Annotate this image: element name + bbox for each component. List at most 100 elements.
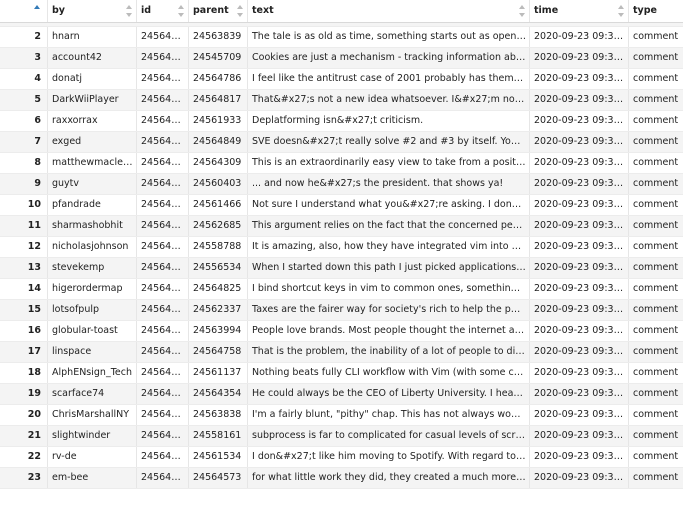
table-row[interactable]: 17 linspace 24564907 24564758 That is th… [0,342,683,363]
cell-text: Nothing beats fully CLI workflow with Vi… [248,363,530,383]
table-header: by id parent text time type [0,0,683,23]
cell-text: I don&#x27;t like him moving to Spotify.… [248,447,530,467]
table-row[interactable]: 14 higerordermap 24564911 24564825 I bin… [0,279,683,300]
table-row[interactable]: 23 em-bee 24564901 24564573 for what lit… [0,468,683,489]
cell-by: pfandrade [48,195,137,215]
cell-time: 2020-09-23 09:34:45 [530,48,629,68]
cell-id: 24564911 [137,279,189,299]
row-number: 9 [0,174,48,194]
cell-time: 2020-09-23 09:33:02 [530,342,629,362]
header-text[interactable]: text [248,0,530,22]
table-row[interactable]: 18 AlphENsign_Tech 24564906 24561137 Not… [0,363,683,384]
header-time[interactable]: time [530,0,629,22]
cell-type: comment [633,451,679,462]
cell-by: ChrisMarshallNY [48,405,137,425]
cell-parent: 24564786 [189,69,248,89]
cell-text: The tale is as old as time, something st… [248,27,530,47]
header-parent[interactable]: parent [189,0,248,22]
cell-id: 24564921 [137,90,189,110]
cell-text: Taxes are the fairer way for society's r… [248,300,530,320]
cell-parent: 24564825 [189,279,248,299]
cell-text: People love brands. Most people thought … [248,321,530,341]
cell-type: comment [633,472,679,483]
row-number: 10 [0,195,48,215]
table-row[interactable]: 12 nicholasjohnson 24564913 24558788 It … [0,237,683,258]
cell-type: comment [633,304,679,315]
table-row[interactable]: 7 exged 24564918 24564849 SVE doesn&#x27… [0,132,683,153]
table-row[interactable]: 8 matthewmacleod 24564917 24564309 This … [0,153,683,174]
table-row[interactable]: 11 sharmashobhit 24564914 24562685 This … [0,216,683,237]
cell-time: 2020-09-23 09:32:50 [530,447,629,467]
cell-parent: 24564817 [189,90,248,110]
row-number: 7 [0,132,48,152]
cell-id: 24564913 [137,237,189,257]
table-row[interactable]: 3 account42 24564923 24545709 Cookies ar… [0,48,683,69]
cell-text: ... and now he&#x27;s the president. tha… [248,174,530,194]
cell-type: comment [633,52,679,63]
cell-type: comment [633,94,679,105]
cell-by: raxxorrax [48,111,137,131]
header-label: parent [193,5,229,16]
cell-time: 2020-09-23 09:32:49 [530,468,629,488]
cell-text: That&#x27;s not a new idea whatsoever. I… [248,90,530,110]
table-row[interactable]: 6 raxxorrax 24564919 24561933 Deplatform… [0,111,683,132]
cell-type: comment [633,115,679,126]
row-number: 19 [0,384,48,404]
cell-id: 24564908 [137,321,189,341]
cell-by: AlphENsign_Tech [48,363,137,383]
sort-icon [126,5,132,17]
cell-by: rv-de [48,447,137,467]
cell-id: 24564912 [137,258,189,278]
cell-parent: 24564758 [189,342,248,362]
cell-text: Deplatforming isn&#x27;t criticism. [248,111,530,131]
table-row[interactable]: 16 globular-toast 24564908 24563994 Peop… [0,321,683,342]
header-id[interactable]: id [137,0,189,22]
cell-by: higerordermap [48,279,137,299]
cell-time: 2020-09-23 09:33:32 [530,279,629,299]
table-row[interactable]: 21 slightwinder 24564903 24558161 subpro… [0,426,683,447]
table-row[interactable]: 9 guytv 24564916 24560403 ... and now he… [0,174,683,195]
cell-by: exged [48,132,137,152]
table-row[interactable]: 10 pfandrade 24564915 24561466 Not sure … [0,195,683,216]
row-number: 5 [0,90,48,110]
cell-parent: 24562685 [189,216,248,236]
cell-text: This is an extraordinarily easy view to … [248,153,530,173]
table-row[interactable]: 2 hnarn 24564924 24563839 The tale is as… [0,27,683,48]
header-type[interactable]: type [629,0,683,22]
cell-by: stevekemp [48,258,137,278]
cell-parent: 24558161 [189,426,248,446]
cell-type: comment [633,409,679,420]
table-row[interactable]: 22 rv-de 24564902 24561534 I don&#x27;t … [0,447,683,468]
table-row[interactable]: 19 scarface74 24564905 24564354 He could… [0,384,683,405]
table-row[interactable]: 15 lotsofpulp 24564910 24562337 Taxes ar… [0,300,683,321]
cell-type: comment [633,325,679,336]
cell-type: comment [633,388,679,399]
sort-up-icon [34,5,40,9]
table-row[interactable]: 13 stevekemp 24564912 24556534 When I st… [0,258,683,279]
header-label: type [633,5,657,16]
cell-by: account42 [48,48,137,68]
cell-parent: 24561466 [189,195,248,215]
cell-type: comment [633,199,679,210]
row-number: 21 [0,426,48,446]
table-row[interactable]: 5 DarkWiiPlayer 24564921 24564817 That&#… [0,90,683,111]
cell-id: 24564901 [137,468,189,488]
cell-text: subprocess is far to complicated for cas… [248,426,530,446]
row-number: 14 [0,279,48,299]
cell-time: 2020-09-23 09:34:13 [530,174,629,194]
table-row[interactable]: 4 donatj 24564922 24564786 I feel like t… [0,69,683,90]
cell-id: 24564903 [137,426,189,446]
cell-time: 2020-09-23 09:34:36 [530,90,629,110]
cell-id: 24564902 [137,447,189,467]
table-row[interactable]: 20 ChrisMarshallNY 24564904 24563838 I'm… [0,405,683,426]
row-number: 11 [0,216,48,236]
header-rownum[interactable] [0,0,48,22]
cell-type: comment [633,262,679,273]
sort-icon [178,5,184,17]
cell-parent: 24562337 [189,300,248,320]
cell-time: 2020-09-23 09:34:20 [530,132,629,152]
header-by[interactable]: by [48,0,137,22]
cell-id: 24564905 [137,384,189,404]
row-number: 8 [0,153,48,173]
row-number: 18 [0,363,48,383]
